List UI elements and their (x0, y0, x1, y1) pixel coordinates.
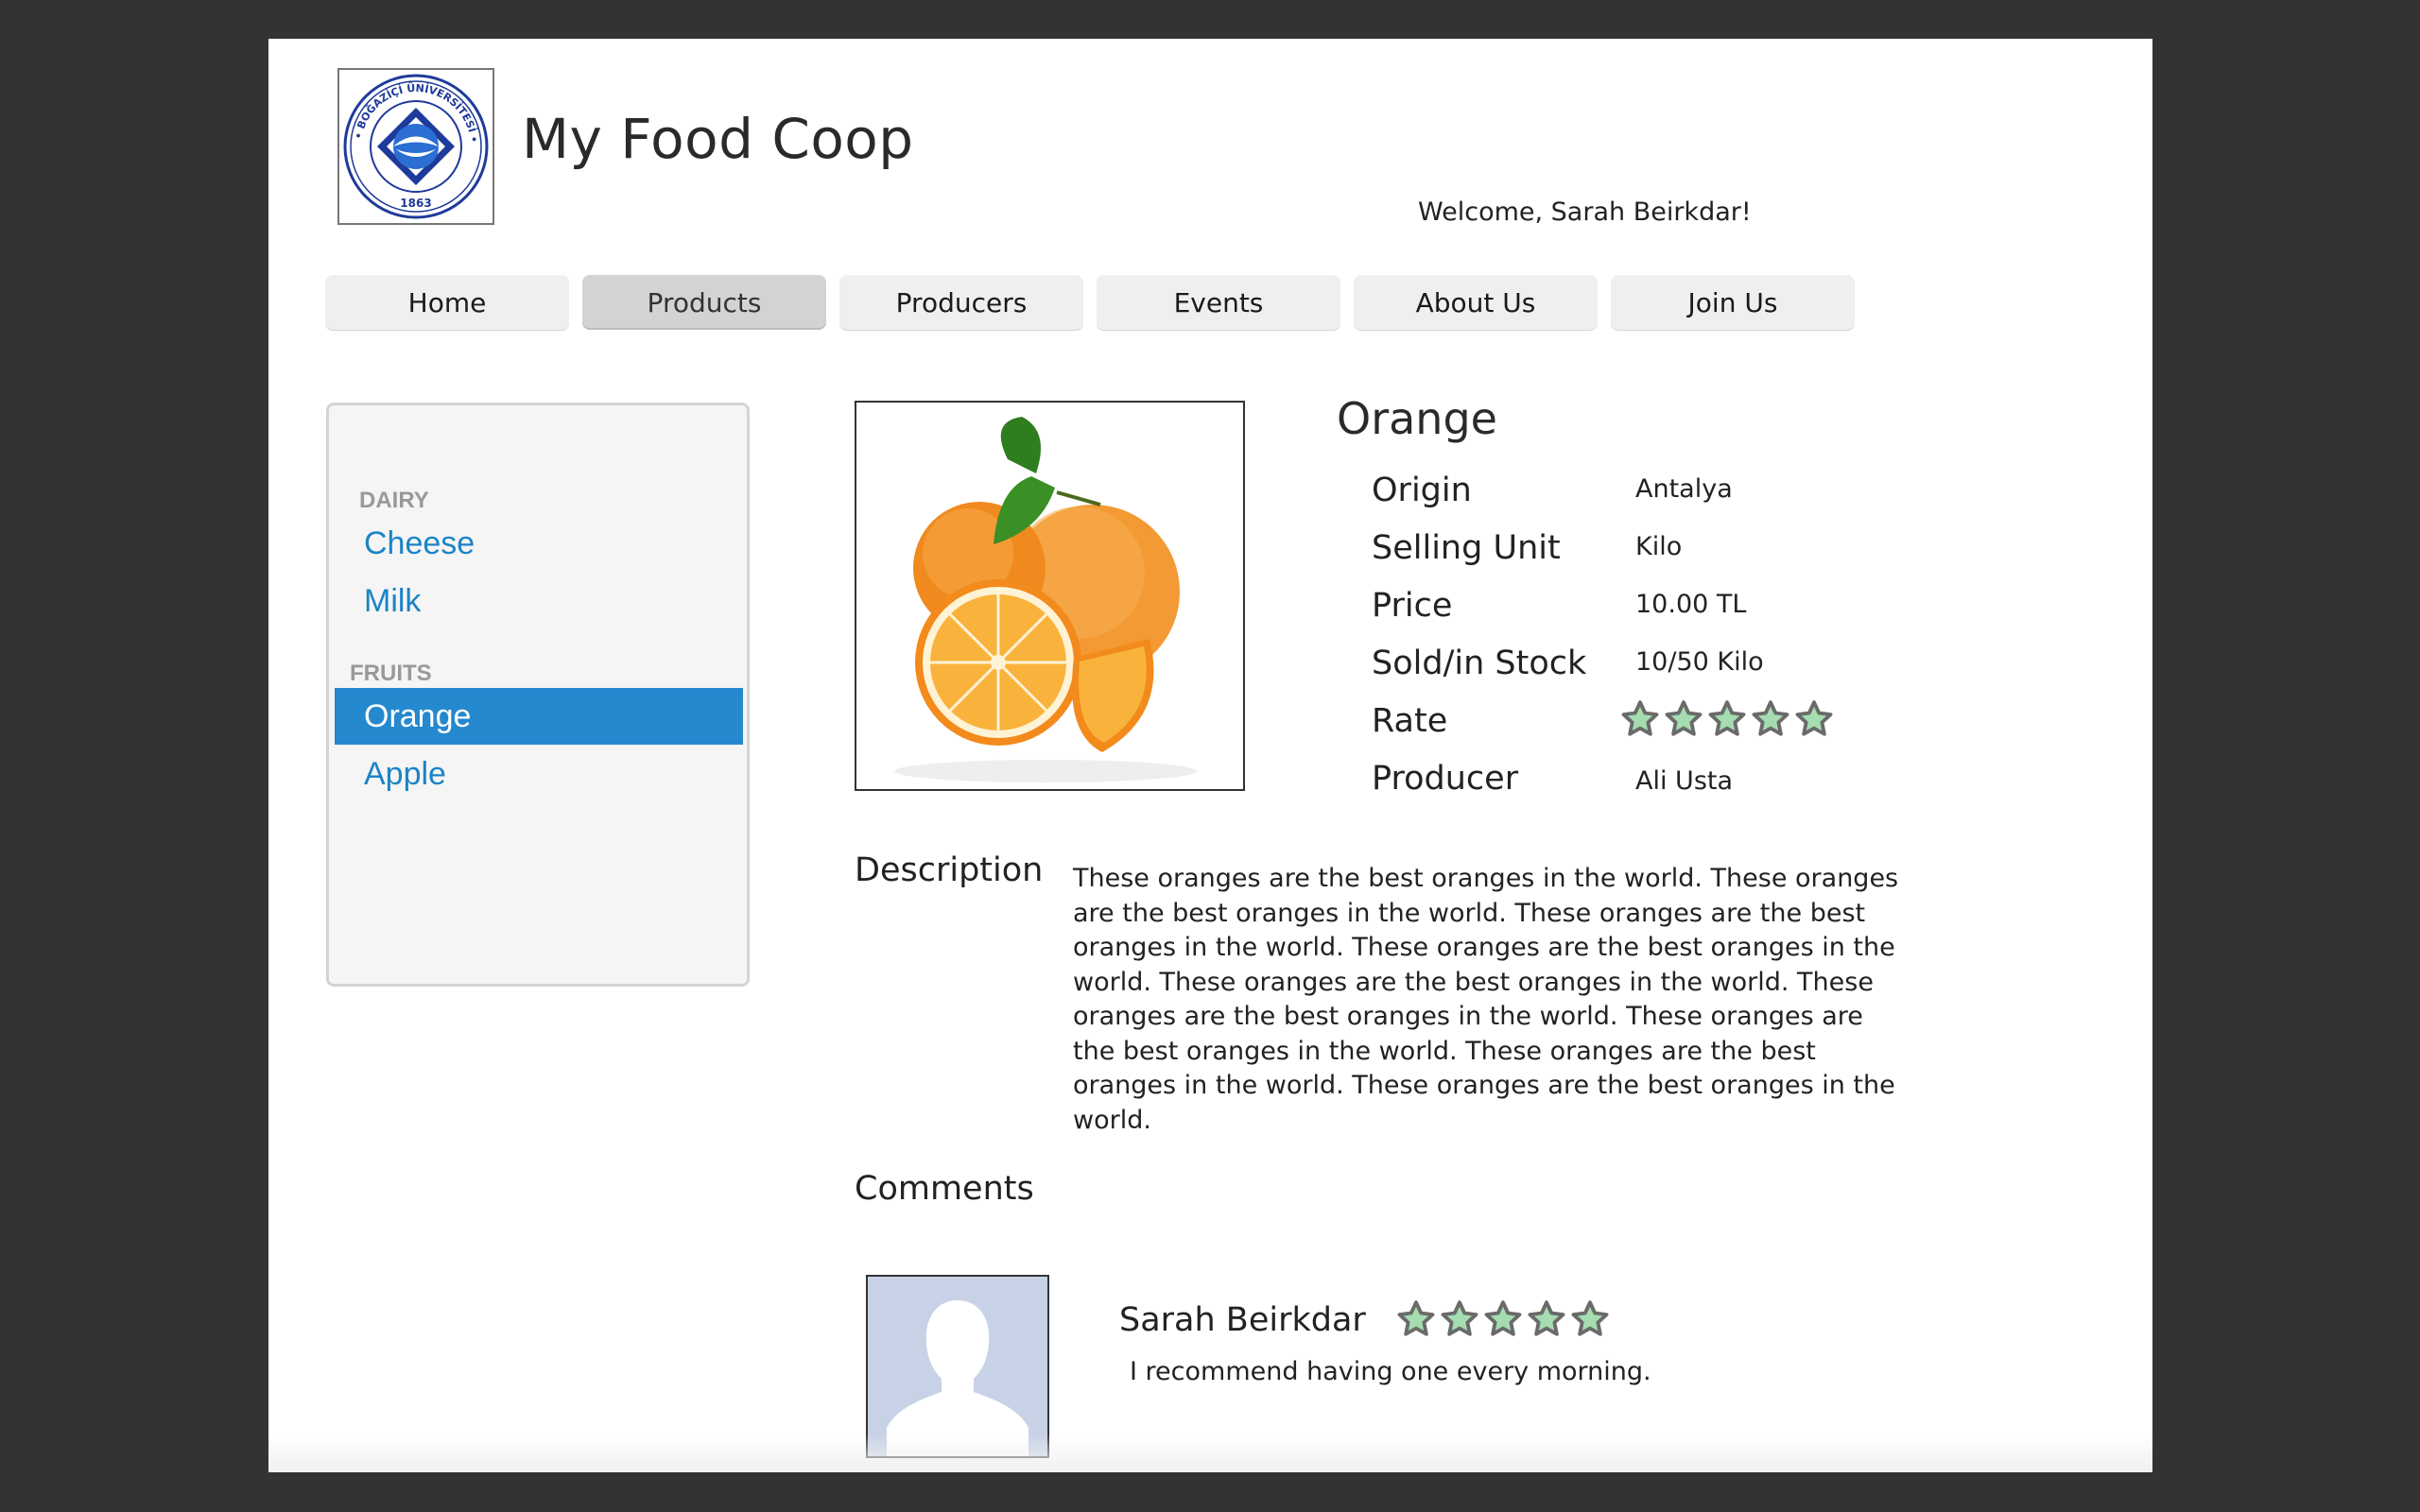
comments-label: Comments (855, 1170, 1034, 1208)
producer-value[interactable]: Ali Usta (1635, 766, 1733, 796)
svg-text:1863: 1863 (400, 197, 431, 210)
category-sidebar: DAIRY Cheese Milk FRUITS Orange Apple (326, 403, 750, 987)
product-name: Orange (1337, 393, 1497, 444)
star-icon (1528, 1300, 1565, 1336)
product-image (855, 401, 1245, 791)
nav-home-button[interactable]: Home (325, 275, 569, 330)
nav-producers-button[interactable]: Producers (839, 275, 1083, 330)
producer-label: Producer (1372, 760, 1519, 798)
star-icon[interactable] (1620, 699, 1660, 739)
nav-about-us-button[interactable]: About Us (1354, 275, 1598, 330)
page: • BOĞAZİÇİ ÜNİVERSİTESİ • 1863 My Food C… (268, 39, 2152, 1472)
description-text: These oranges are the best oranges in th… (1073, 864, 1899, 1135)
star-icon[interactable] (1794, 699, 1834, 739)
comment-rating (1396, 1299, 1610, 1339)
star-icon[interactable] (1751, 699, 1790, 739)
price-value: 10.00 TL (1635, 590, 1747, 619)
nav-events-button[interactable]: Events (1097, 275, 1340, 330)
selling-unit-label: Selling Unit (1372, 529, 1561, 567)
sidebar-item-orange[interactable]: Orange (335, 688, 743, 745)
nav-join-us-button[interactable]: Join Us (1611, 275, 1855, 330)
comment-author[interactable]: Sarah Beirkdar (1119, 1301, 1366, 1339)
comment-text: I recommend having one every morning. (1130, 1357, 1651, 1386)
page-bottom-shade (268, 1435, 2152, 1472)
sidebar-item-milk[interactable]: Milk (335, 573, 743, 629)
product-rating[interactable] (1620, 699, 1834, 739)
star-icon (1484, 1300, 1522, 1336)
star-icon (1397, 1300, 1435, 1336)
star-icon (1571, 1300, 1609, 1336)
university-logo[interactable]: • BOĞAZİÇİ ÜNİVERSİTESİ • 1863 (337, 68, 494, 225)
sidebar-item-apple[interactable]: Apple (335, 746, 743, 802)
nav-products-button[interactable]: Products (582, 275, 826, 330)
sidebar-item-cheese[interactable]: Cheese (335, 515, 743, 572)
rate-label: Rate (1372, 702, 1448, 740)
price-label: Price (1372, 587, 1453, 625)
avatar (866, 1275, 1049, 1458)
stock-label: Sold/in Stock (1372, 644, 1587, 682)
welcome-message: Welcome, Sarah Beirkdar! (1418, 198, 1752, 227)
star-icon[interactable] (1707, 699, 1747, 739)
selling-unit-value: Kilo (1635, 532, 1683, 561)
star-icon (1441, 1300, 1478, 1336)
star-icon[interactable] (1664, 699, 1703, 739)
stock-value: 10/50 Kilo (1635, 647, 1764, 677)
category-heading-dairy: DAIRY (359, 488, 429, 513)
origin-value: Antalya (1635, 474, 1733, 504)
description-label: Description (855, 851, 1044, 889)
category-heading-fruits: FRUITS (350, 661, 432, 686)
site-title[interactable]: My Food Coop (522, 107, 914, 171)
origin-label: Origin (1372, 472, 1472, 509)
